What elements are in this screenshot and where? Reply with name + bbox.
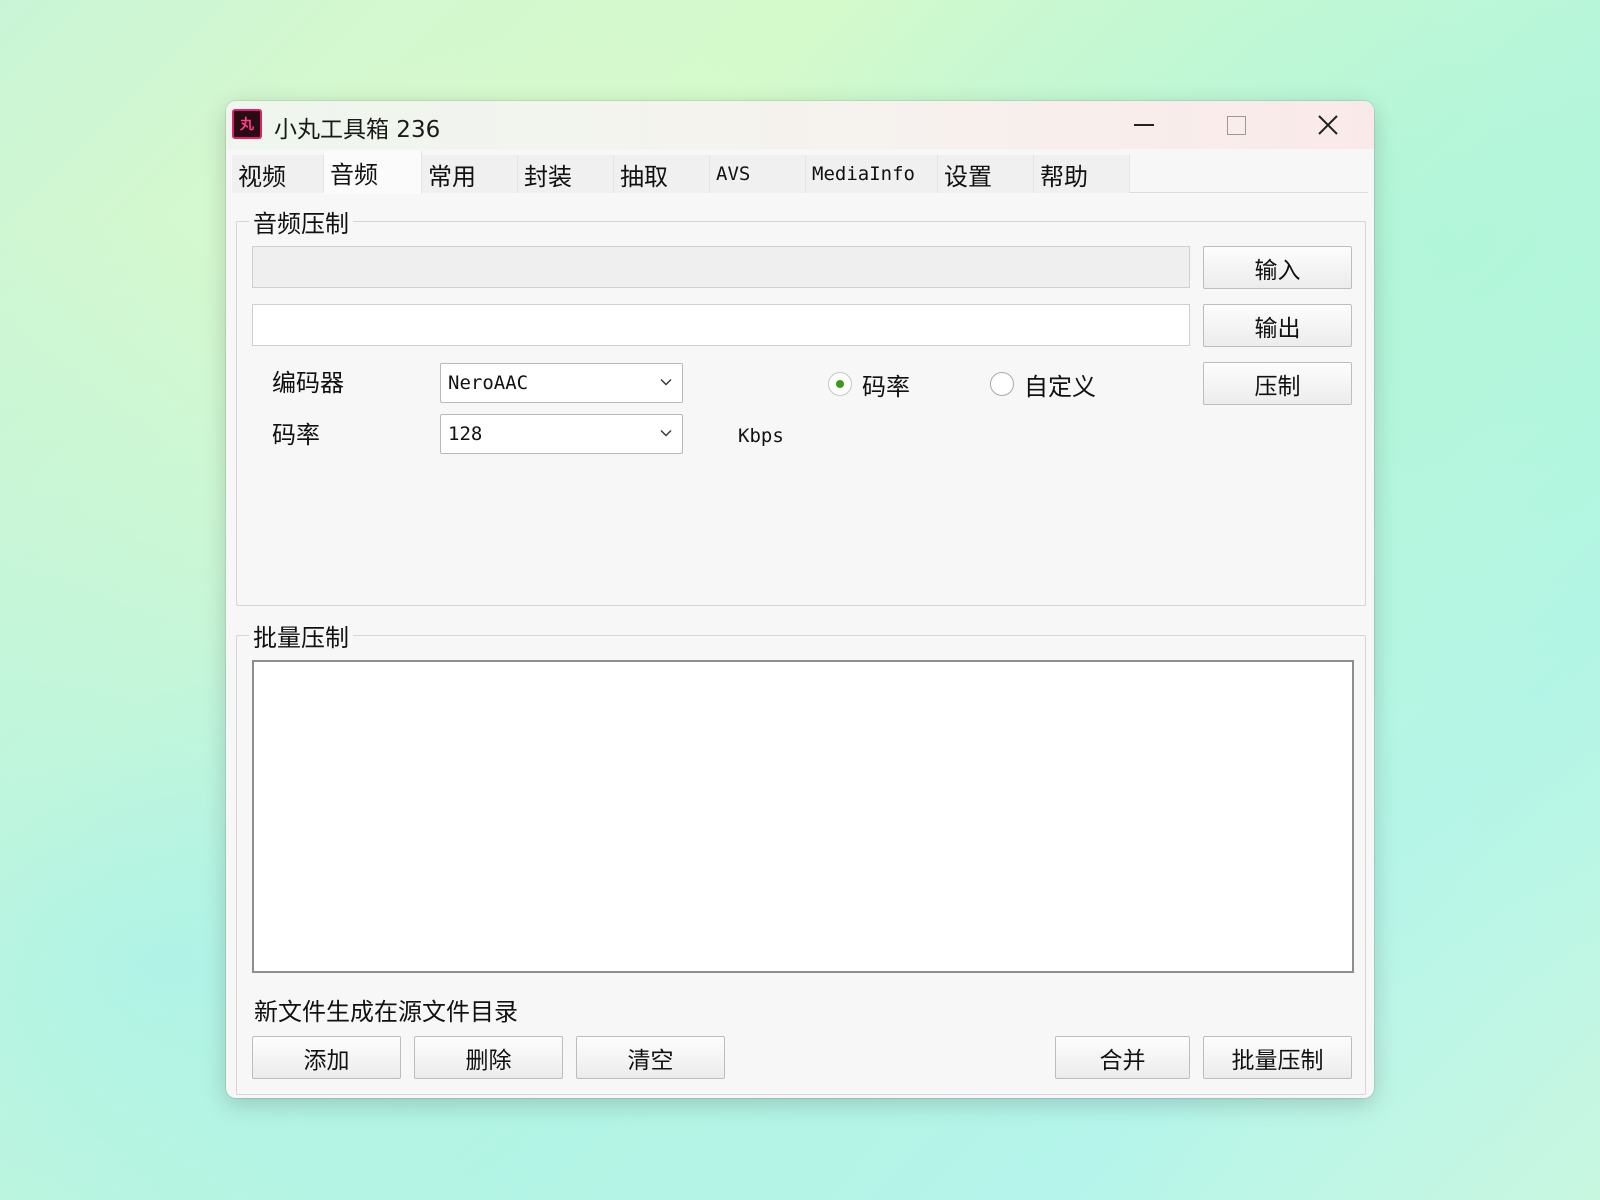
batch-file-list[interactable] [252,660,1354,973]
tab-common[interactable]: 常用 [422,155,518,193]
bitrate-unit: Kbps [738,425,784,447]
output-location-note: 新文件生成在源文件目录 [254,998,518,1026]
input-button[interactable]: 输入 [1203,246,1352,289]
bitrate-label: 码率 [272,421,320,449]
minimize-button[interactable] [1098,101,1190,149]
bitrate-select[interactable]: 128 [440,414,683,454]
encoder-select[interactable]: NeroAAC [440,363,683,403]
mode-bitrate-label: 码率 [862,373,910,401]
app-window: 丸 小丸工具箱 236 视频 音频 常用 封装 抽取 AVS MediaInfo… [226,101,1374,1098]
tab-audio[interactable]: 音频 [324,151,422,194]
maximize-icon [1226,115,1246,135]
audio-encode-title: 音频压制 [249,204,353,239]
chevron-down-icon [660,430,672,437]
chevron-down-icon [660,379,672,386]
tab-settings[interactable]: 设置 [938,155,1034,193]
minimize-icon [1134,124,1154,126]
input-path-field[interactable] [252,246,1190,288]
tab-avs[interactable]: AVS [710,155,806,193]
delete-button[interactable]: 删除 [414,1036,563,1079]
close-button[interactable] [1282,101,1374,149]
output-path-field[interactable] [252,304,1190,346]
clear-button[interactable]: 清空 [576,1036,725,1079]
tab-video[interactable]: 视频 [232,155,324,193]
tab-bar: 视频 音频 常用 封装 抽取 AVS MediaInfo 设置 帮助 [232,149,1368,194]
encoder-label: 编码器 [272,369,344,397]
app-logo-icon: 丸 [232,109,262,139]
tab-mediainfo[interactable]: MediaInfo [806,155,938,193]
encode-button[interactable]: 压制 [1203,362,1352,405]
close-icon [1318,115,1338,135]
title-bar[interactable]: 丸 小丸工具箱 236 [226,101,1374,149]
tab-extract[interactable]: 抽取 [614,155,710,193]
mode-bitrate-radio[interactable] [828,372,852,396]
encoder-value: NeroAAC [448,372,529,394]
batch-encode-title: 批量压制 [249,618,353,653]
mode-custom-label: 自定义 [1024,373,1096,401]
output-button[interactable]: 输出 [1203,304,1352,347]
mode-custom-radio[interactable] [990,372,1014,396]
maximize-button[interactable] [1190,101,1282,149]
add-button[interactable]: 添加 [252,1036,401,1079]
window-title: 小丸工具箱 236 [274,117,441,143]
batch-encode-button[interactable]: 批量压制 [1203,1036,1352,1079]
merge-button[interactable]: 合并 [1055,1036,1190,1079]
bitrate-value: 128 [448,423,483,445]
tab-mux[interactable]: 封装 [518,155,614,193]
tab-help[interactable]: 帮助 [1034,155,1130,193]
